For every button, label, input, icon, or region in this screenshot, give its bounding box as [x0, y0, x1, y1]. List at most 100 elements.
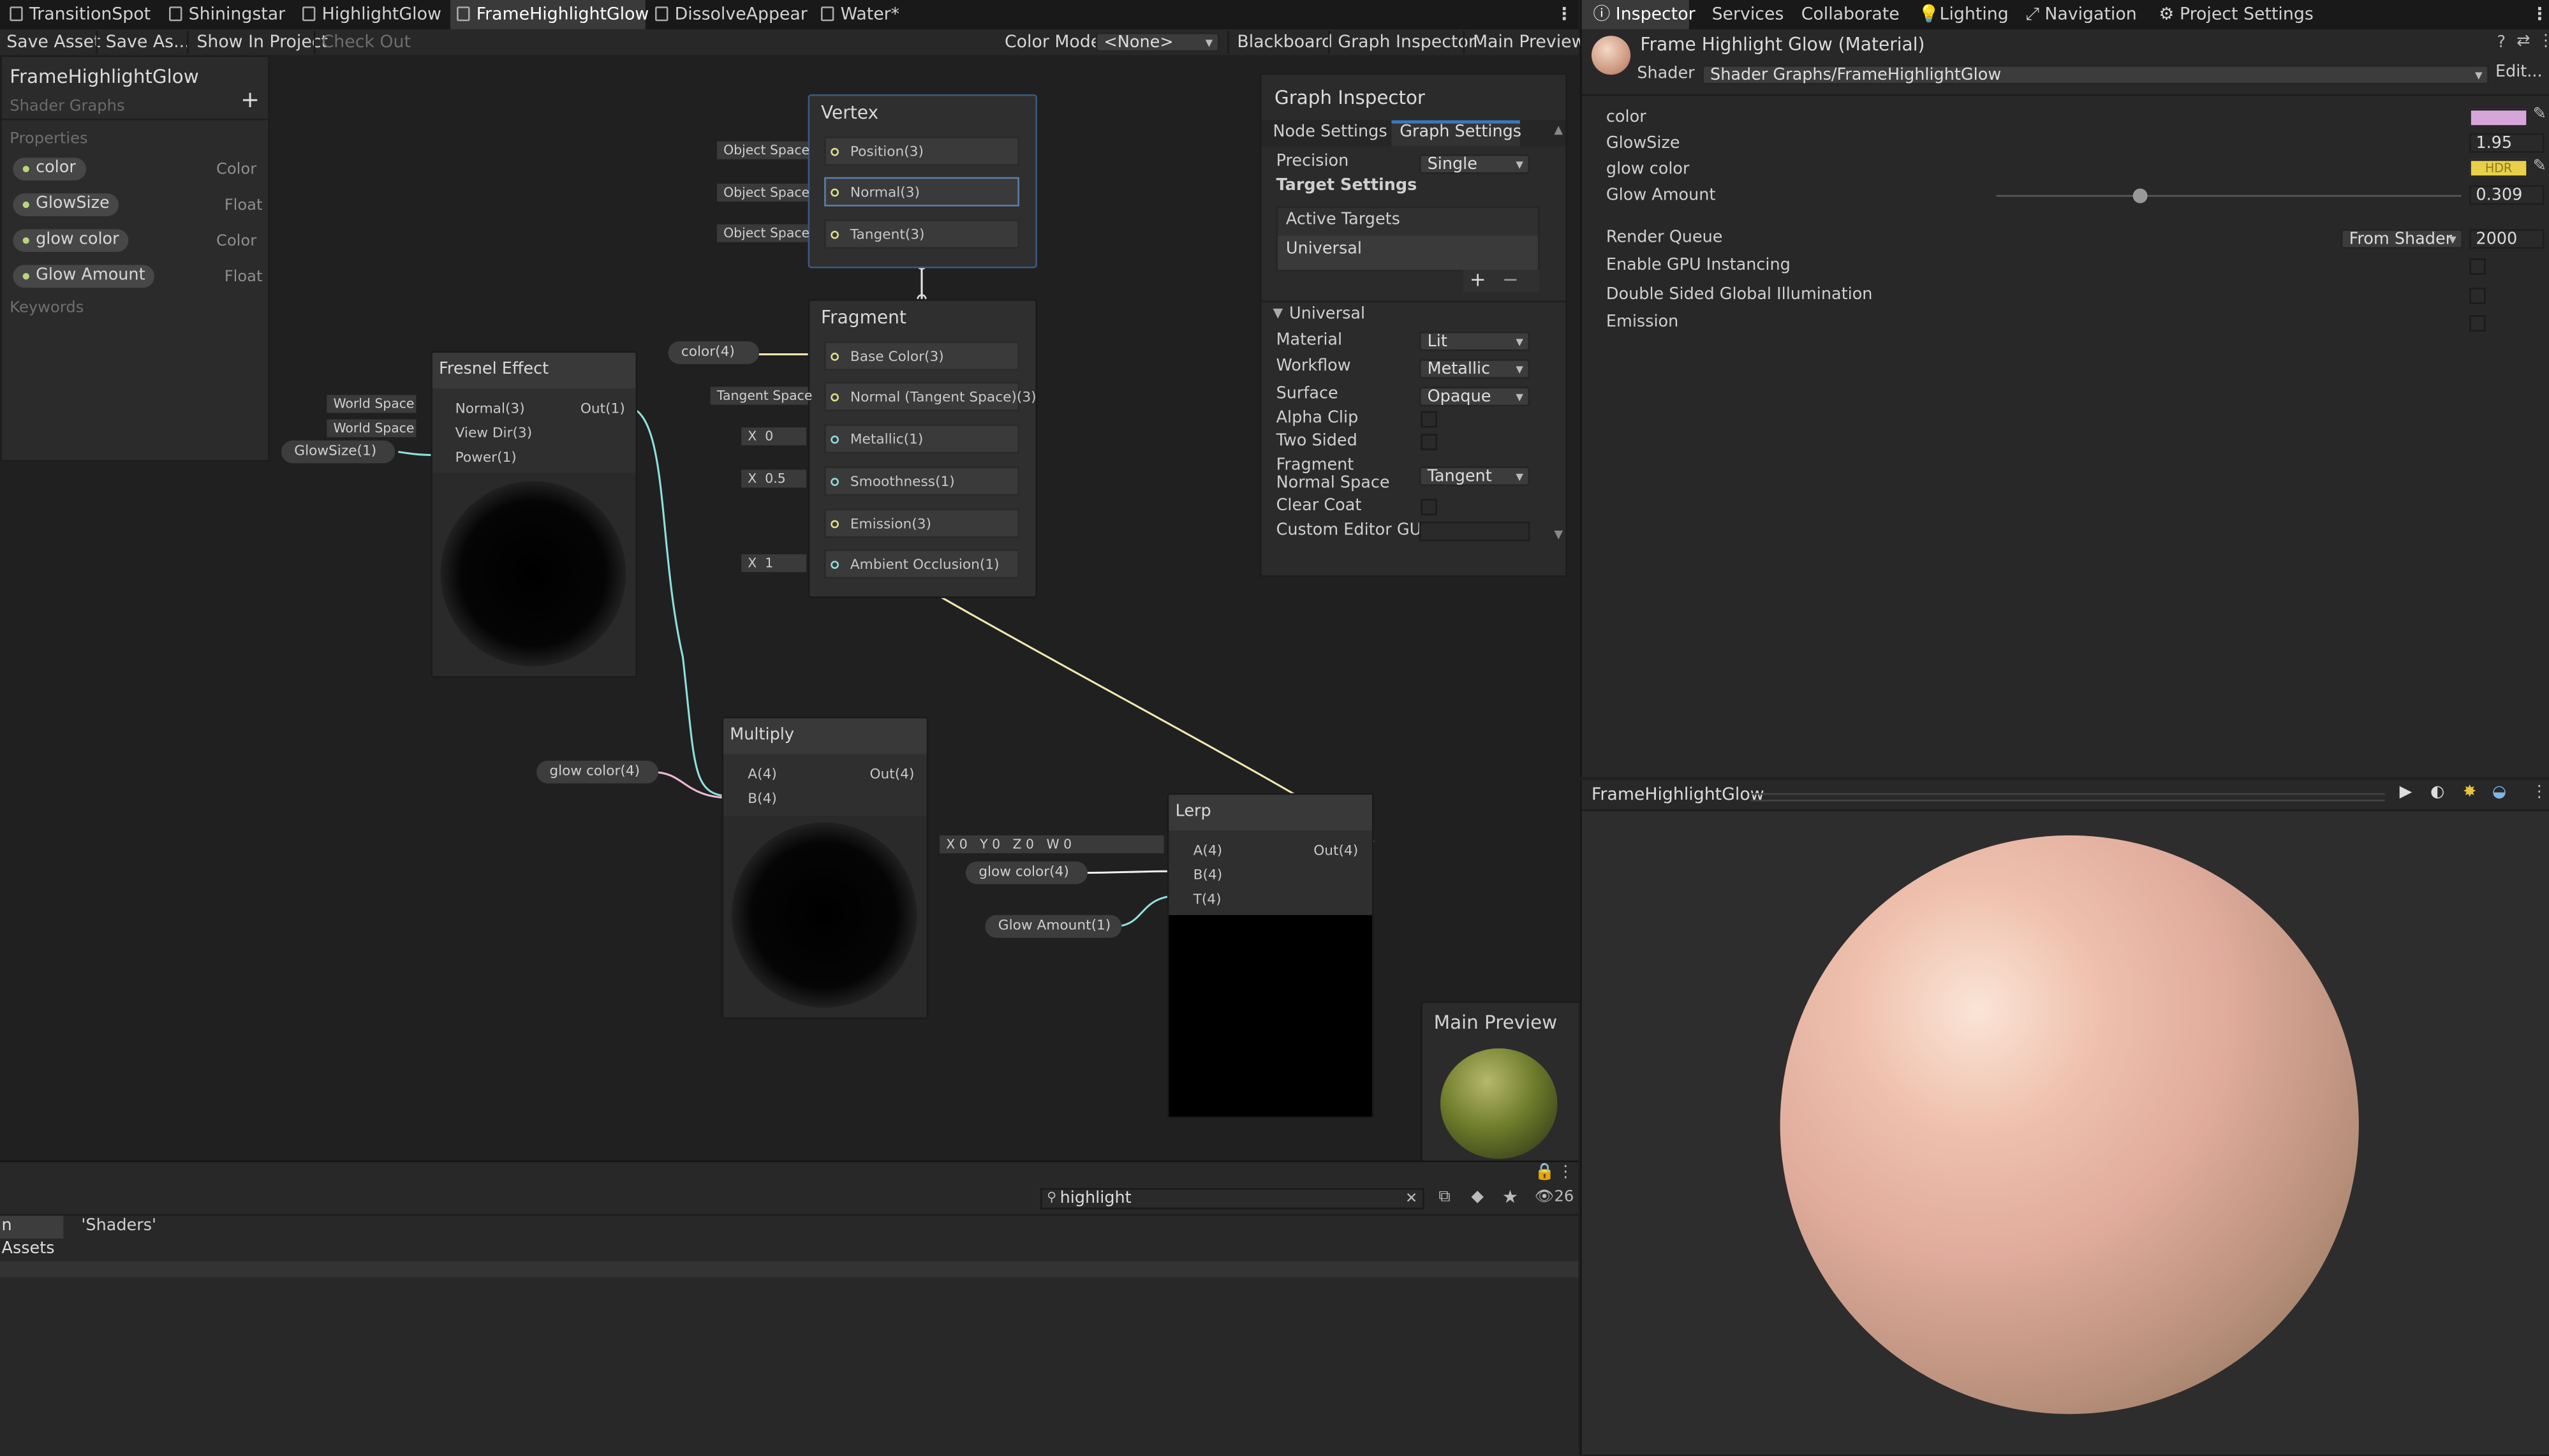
help-icon[interactable]: ?	[2497, 34, 2506, 52]
color-property-node[interactable]: color(4)	[668, 341, 760, 364]
smoothness-slot[interactable]: Smoothness(1)	[824, 466, 1019, 496]
foldout-arrow-icon[interactable]: ▼	[1273, 305, 1283, 320]
blackboard-property-glowsize[interactable]: GlowSize	[13, 193, 119, 216]
world-space-input[interactable]: World Space	[327, 419, 417, 438]
kebab-menu-icon[interactable]: ⋮	[2538, 33, 2549, 50]
metallic-slot[interactable]: Metallic(1)	[824, 424, 1019, 454]
eyedropper-icon[interactable]: ✎	[2533, 158, 2546, 175]
vertex-normal-slot[interactable]: Normal(3)	[824, 177, 1019, 207]
add-target-button[interactable]: +	[1470, 268, 1486, 291]
tab-shiningstar[interactable]: Shiningstar	[169, 0, 285, 29]
render-queue-field[interactable]: 2000	[2469, 229, 2545, 249]
tab-highlightglow[interactable]: HighlightGlow	[302, 0, 441, 29]
vertex-stack[interactable]: Vertex Position(3) Normal(3) Tangent(3)	[808, 94, 1037, 268]
object-space-input[interactable]: Object Space	[716, 141, 809, 159]
object-space-input[interactable]: Object Space	[716, 183, 809, 202]
glow-amount-slider-thumb[interactable]	[2132, 188, 2148, 203]
kebab-menu-icon[interactable]: ⋮	[2531, 783, 2547, 801]
glow-color-property-node[interactable]: glow color(4)	[536, 760, 659, 784]
custom-editor-gui-field[interactable]	[1419, 522, 1530, 541]
tab-inspector[interactable]: ⓘ Inspector	[1581, 0, 1696, 29]
tangent-space-input[interactable]: Tangent Space	[710, 386, 812, 405]
material-preview-sphere[interactable]	[1780, 835, 2359, 1415]
double-sided-gi-checkbox[interactable]	[2469, 288, 2486, 304]
material-dropdown[interactable]: Lit	[1419, 331, 1530, 353]
more-options-icon[interactable]: ⋮	[1556, 0, 1573, 29]
object-space-input[interactable]: Object Space	[716, 224, 809, 242]
fresnel-effect-node[interactable]: Fresnel Effect Normal(3) View Dir(3) Pow…	[431, 351, 638, 678]
ao-input[interactable]: X 1	[741, 554, 807, 573]
edit-shader-button[interactable]: Edit...	[2495, 63, 2543, 81]
input-port-icon[interactable]	[831, 353, 839, 361]
glow-color-hdr-swatch[interactable]: HDR	[2469, 159, 2528, 177]
save-asset-button[interactable]: Save Asset	[6, 29, 100, 55]
emission-checkbox[interactable]	[2469, 315, 2486, 332]
fragment-normal-space-dropdown[interactable]: Tangent	[1419, 466, 1530, 488]
clear-coat-checkbox[interactable]	[1421, 499, 1437, 515]
tab-collaborate[interactable]: Collaborate	[1801, 0, 1900, 29]
input-port-icon[interactable]	[831, 478, 839, 487]
preview-resize-handle[interactable]	[1750, 793, 2385, 802]
metallic-input[interactable]: X 0	[741, 427, 807, 446]
blackboard-property-glow-color[interactable]: glow color	[13, 229, 129, 253]
light-icon[interactable]: ✸	[2463, 783, 2476, 801]
active-target-universal[interactable]: Universal	[1286, 240, 1362, 258]
show-in-project-button[interactable]: Show In Project	[196, 29, 328, 55]
preset-icon[interactable]: ⇄	[2516, 33, 2530, 50]
lerp-vector-input[interactable]: X 0 Y 0 Z 0 W 0	[940, 835, 1164, 853]
main-preview-panel[interactable]: Main Preview	[1421, 1001, 1579, 1161]
input-port-icon[interactable]	[831, 393, 839, 402]
eyedropper-icon[interactable]: ✎	[2533, 106, 2546, 124]
scroll-down-icon[interactable]: ▼	[1554, 528, 1563, 541]
tab-project-settings[interactable]: ⚙ Project Settings	[2159, 0, 2313, 29]
mesh-sphere-icon[interactable]: ◐	[2430, 783, 2444, 801]
gpu-instancing-checkbox[interactable]	[2469, 258, 2486, 275]
fragment-stack[interactable]: Fragment Base Color(3) Normal (Tangent S…	[808, 298, 1037, 598]
favorites-star-icon[interactable]: ★	[1502, 1186, 1518, 1207]
ambient-occlusion-slot[interactable]: Ambient Occlusion(1)	[824, 549, 1019, 579]
tab-services[interactable]: Services	[1712, 0, 1784, 29]
tab-lighting[interactable]: 💡Lighting	[1918, 0, 2009, 29]
input-port-icon[interactable]	[831, 230, 839, 239]
tab-transitionspot[interactable]: TransitionSpot	[10, 0, 151, 29]
blackboard-toggle[interactable]: Blackboard	[1237, 29, 1333, 55]
tab-dissolveappear[interactable]: DissolveAppear	[655, 0, 808, 29]
tab-water[interactable]: Water*	[820, 0, 899, 29]
glowsize-field[interactable]: 1.95	[2469, 133, 2545, 153]
blackboard-property-glow-amount[interactable]: Glow Amount	[13, 265, 155, 288]
multiply-node[interactable]: Multiply A(4) B(4) Out(4)	[721, 716, 929, 1019]
color-mode-dropdown[interactable]: <None>	[1095, 32, 1220, 54]
tab-node-settings[interactable]: Node Settings	[1273, 124, 1387, 142]
search-by-type-icon[interactable]: ⧉	[1438, 1188, 1450, 1206]
alpha-clip-checkbox[interactable]	[1421, 411, 1437, 428]
normal-tangent-slot[interactable]: Normal (Tangent Space)(3)	[824, 381, 1037, 411]
save-as-button[interactable]: Save As...	[106, 29, 190, 55]
input-port-icon[interactable]	[831, 147, 839, 156]
search-by-label-icon[interactable]: ◆	[1471, 1188, 1484, 1206]
tab-framehighlightglow[interactable]: FrameHighlightGlow	[450, 0, 649, 29]
input-port-icon[interactable]	[831, 188, 839, 197]
clear-search-icon[interactable]: ✕	[1405, 1190, 1417, 1210]
input-port-icon[interactable]	[831, 435, 839, 444]
play-icon[interactable]: ▶	[2400, 783, 2412, 801]
tab-graph-settings[interactable]: Graph Settings	[1400, 124, 1521, 142]
base-color-slot[interactable]: Base Color(3)	[824, 341, 1019, 371]
lock-icon[interactable]: 🔒	[1535, 1164, 1555, 1182]
tab-navigation[interactable]: ⤢ Navigation	[2025, 0, 2136, 29]
add-property-button[interactable]: +	[240, 88, 260, 114]
vertex-tangent-slot[interactable]: Tangent(3)	[824, 219, 1019, 249]
workflow-dropdown[interactable]: Metallic	[1419, 359, 1530, 380]
background-icon[interactable]: ◒	[2492, 783, 2506, 801]
glow-amount-field[interactable]: 0.309	[2469, 185, 2545, 205]
blackboard-property-color[interactable]: color	[13, 158, 86, 180]
search-scope-all-assets[interactable]: n Assets	[0, 1216, 64, 1258]
graph-inspector-toggle[interactable]: Graph Inspector	[1338, 29, 1475, 55]
universal-section-title[interactable]: Universal	[1289, 305, 1365, 323]
render-queue-mode-dropdown[interactable]: From Shader	[2340, 229, 2463, 250]
shader-dropdown[interactable]: Shader Graphs/FrameHighlightGlow	[1702, 64, 2489, 86]
lerp-node[interactable]: Lerp A(4) B(4) T(4) Out(4)	[1167, 793, 1374, 1119]
emission-slot[interactable]: Emission(3)	[824, 508, 1019, 538]
vertex-position-slot[interactable]: Position(3)	[824, 136, 1019, 166]
surface-dropdown[interactable]: Opaque	[1419, 386, 1530, 408]
precision-dropdown[interactable]: Single	[1419, 154, 1530, 175]
